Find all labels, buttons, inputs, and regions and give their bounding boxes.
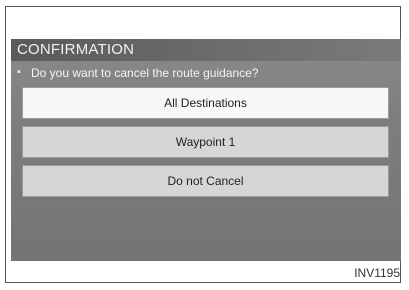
- bullet-icon: ▪: [17, 66, 21, 78]
- dialog-title-bar: CONFIRMATION: [11, 39, 401, 61]
- do-not-cancel-button[interactable]: Do not Cancel: [22, 165, 389, 197]
- waypoint-1-button[interactable]: Waypoint 1: [22, 126, 389, 158]
- prompt-row: ▪ Do you want to cancel the route guidan…: [11, 63, 401, 83]
- figure-code: INV1195: [354, 266, 400, 280]
- dialog-title: CONFIRMATION: [17, 41, 135, 58]
- all-destinations-button[interactable]: All Destinations: [22, 87, 389, 119]
- prompt-text: Do you want to cancel the route guidance…: [31, 66, 259, 80]
- confirmation-dialog: CONFIRMATION ▪ Do you want to cancel the…: [11, 39, 401, 261]
